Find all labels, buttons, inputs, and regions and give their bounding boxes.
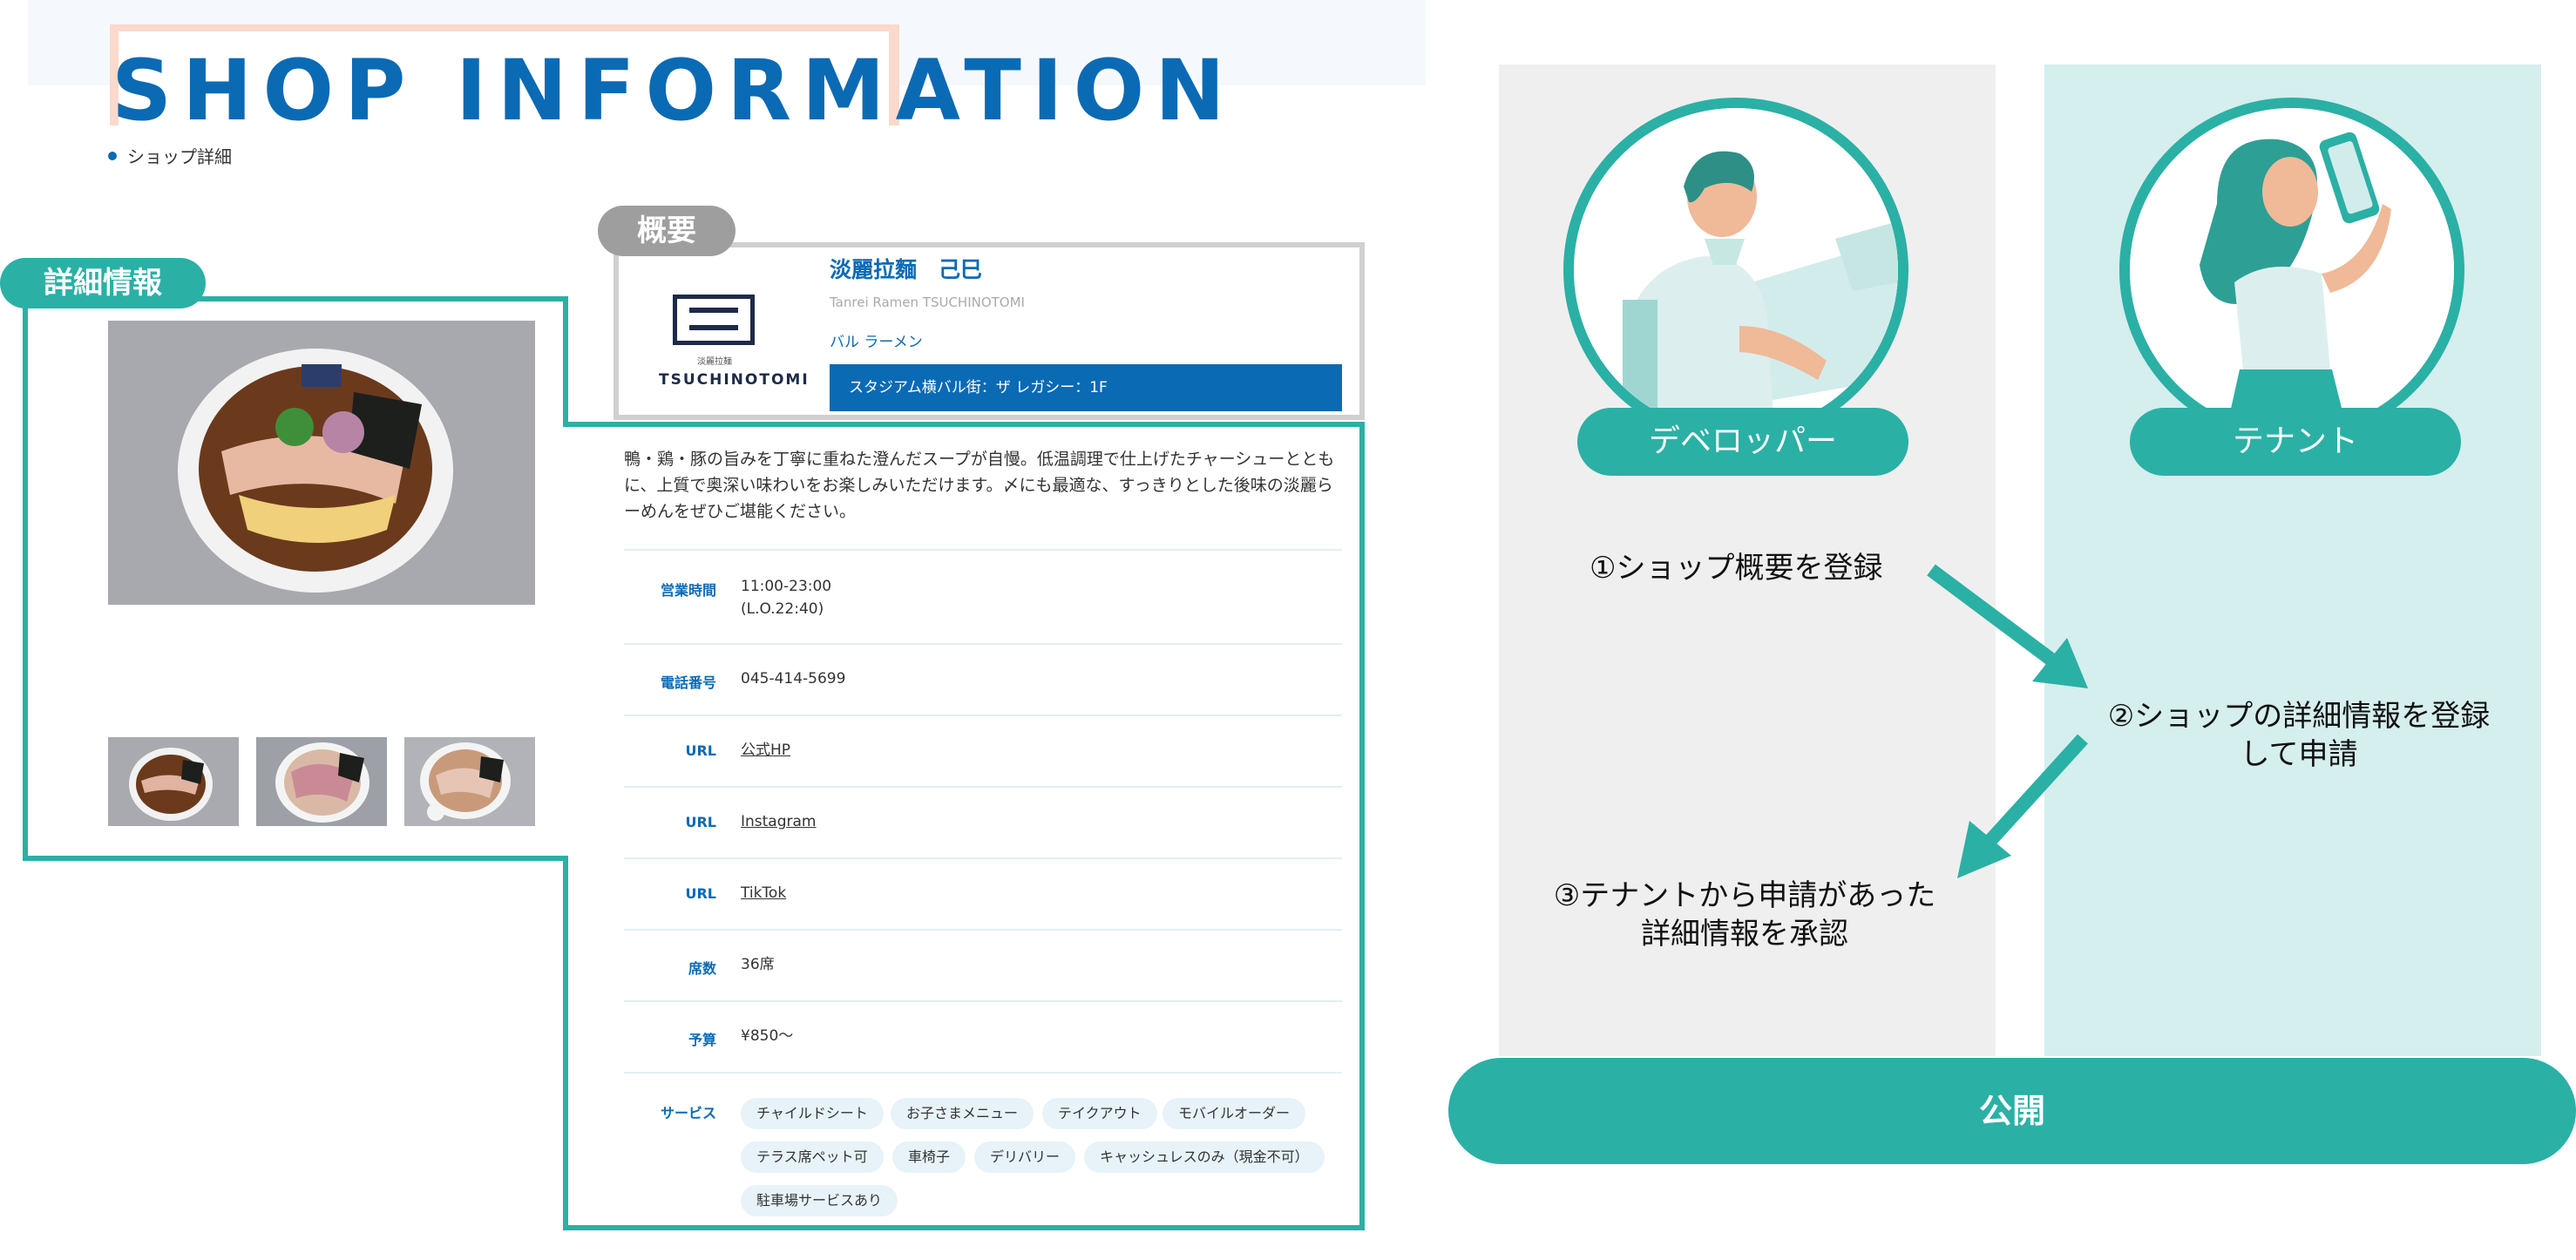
thumbnail-3[interactable] [404, 737, 535, 826]
tenant-label: テナント [2130, 408, 2461, 476]
row-label-seats: 席数 [688, 960, 716, 977]
shop-logo-text: TSUCHINOTOMI [659, 371, 810, 389]
link-tiktok[interactable]: TikTok [741, 882, 786, 904]
publish-bar: 公開 [1448, 1058, 2576, 1164]
arrow-down-left-icon [1957, 734, 2088, 878]
link-instagram[interactable]: Instagram [741, 810, 817, 833]
service-tag: モバイルオーダー [1163, 1098, 1306, 1129]
thumbnail-2[interactable] [256, 737, 387, 826]
breadcrumb-bullet-icon [108, 152, 117, 160]
row-label-budget: 予算 [688, 1032, 716, 1048]
service-tag: テイクアウト [1042, 1098, 1157, 1129]
service-tag: 車椅子 [892, 1141, 966, 1173]
link-official-hp[interactable]: 公式HP [741, 739, 790, 762]
detail-outline [563, 856, 568, 1230]
detail-info-label: 詳細情報 [0, 258, 206, 308]
arrow-down-right-icon [1927, 564, 2088, 688]
shop-logo-icon [673, 295, 755, 345]
row-divider [624, 786, 1342, 788]
service-tag: お子さまメニュー [891, 1098, 1034, 1129]
row-label-services: サービス [660, 1105, 716, 1121]
row-divider [624, 857, 1342, 859]
row-label-url: URL [685, 885, 716, 902]
detail-outline [1359, 422, 1365, 1230]
service-tag: 駐車場サービスあり [741, 1185, 898, 1216]
detail-outline [23, 856, 568, 861]
step-2-line2: して申請 [2240, 737, 2358, 772]
shop-name: 淡麗拉麵 己巳 [830, 257, 983, 282]
row-value-budget: ¥850〜 [741, 1027, 794, 1045]
detail-outline [563, 422, 1365, 427]
service-tag: デリバリー [974, 1141, 1076, 1173]
detail-outline [563, 296, 568, 427]
row-divider [624, 643, 1342, 645]
service-tag: テラス席ペット可 [741, 1141, 884, 1173]
service-tag: キャッシュレスのみ（現金不可） [1084, 1141, 1325, 1173]
thumbnail-1[interactable] [108, 737, 239, 826]
breadcrumb[interactable]: ショップ詳細 [127, 143, 232, 168]
shop-description: 鴨・鶏・豚の旨みを丁寧に重ねた澄んだスープが自慢。低温調理で仕上げたチャーシュー… [624, 450, 1335, 521]
row-value-seats: 36席 [741, 956, 775, 973]
row-value-hours: 11:00-23:00 [741, 578, 832, 595]
developer-label: デベロッパー [1577, 408, 1908, 476]
main-photo[interactable] [108, 321, 535, 605]
shop-category: バル ラーメン [830, 334, 923, 351]
step-1-text: ①ショップ概要を登録 [1590, 551, 1883, 586]
shop-logo-sub: 淡麗拉麺 [697, 357, 732, 367]
developer-illustration-icon [1563, 98, 1908, 443]
row-label-phone: 電話番号 [660, 674, 716, 691]
service-tag: チャイルドシート [741, 1098, 884, 1129]
row-divider [624, 715, 1342, 716]
overview-label: 概要 [598, 206, 736, 256]
row-divider [624, 549, 1342, 551]
row-value-phone: 045-414-5699 [741, 670, 846, 688]
step-2-line1: ②ショップの詳細情報を登録 [2107, 699, 2491, 734]
row-label-url: URL [685, 742, 716, 759]
tenant-illustration-icon [2119, 98, 2464, 443]
row-label-url: URL [685, 814, 716, 830]
detail-outline [563, 1225, 1365, 1230]
step-3-line1: ③テナントから申請があった [1553, 878, 1936, 913]
shop-location: スタジアム横バル街：ザ レガシー：1F [830, 364, 1342, 411]
page-title: SHOP INFORMATION [112, 42, 1236, 139]
step-3-line2: 詳細情報を承認 [1641, 917, 1848, 952]
row-divider [624, 929, 1342, 931]
row-label-hours: 営業時間 [660, 582, 716, 599]
detail-outline [23, 296, 28, 861]
shop-name-en: Tanrei Ramen TSUCHINOTOMI [830, 295, 1025, 310]
row-value-hours-lo: (L.O.22:40) [741, 600, 824, 618]
row-divider [624, 1000, 1342, 1002]
row-divider [624, 1072, 1342, 1074]
